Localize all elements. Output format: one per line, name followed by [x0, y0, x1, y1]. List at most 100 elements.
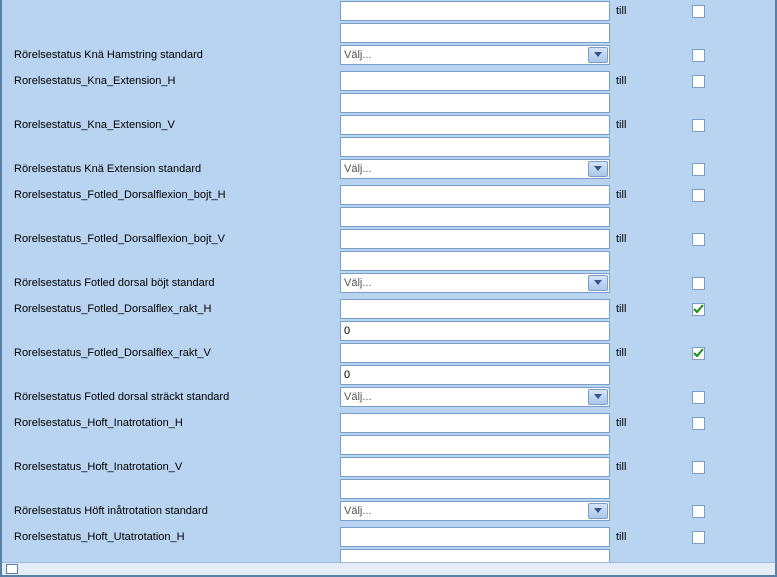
- sheet-icon: [6, 564, 18, 574]
- checkbox-column: [630, 229, 767, 246]
- from-input[interactable]: [340, 1, 610, 21]
- row-checkbox[interactable]: [692, 119, 705, 132]
- field-input-group: Välj...: [340, 387, 630, 407]
- row-checkbox[interactable]: [692, 461, 705, 474]
- select-dropdown[interactable]: Välj...: [340, 273, 610, 293]
- checkbox-column: [630, 115, 767, 132]
- form-row: Rorelsestatus_Hoft_Utatrotation_Htill: [10, 526, 767, 562]
- form-row: Rorelsestatus_Fotled_Dorsalflex_rakt_Hti…: [10, 298, 767, 342]
- field-label: Rörelsestatus Knä Hamstring standard: [10, 45, 340, 61]
- chevron-down-icon[interactable]: [588, 161, 608, 177]
- till-label: till: [616, 189, 626, 201]
- checkbox-column: [630, 45, 767, 62]
- chevron-down-icon[interactable]: [588, 275, 608, 291]
- form-row: Rorelsestatus_Kna_Extension_Vtill: [10, 114, 767, 158]
- from-input[interactable]: [340, 229, 610, 249]
- row-checkbox[interactable]: [692, 417, 705, 430]
- to-input[interactable]: [340, 435, 610, 455]
- form-row: Rörelsestatus Knä Extension standardVälj…: [10, 158, 767, 184]
- to-input[interactable]: [340, 479, 610, 499]
- checkbox-column: [630, 527, 767, 544]
- field-input-group: till: [340, 229, 630, 271]
- till-label: till: [616, 461, 626, 473]
- from-input[interactable]: [340, 299, 610, 319]
- checkbox-column: [630, 273, 767, 290]
- checkbox-column: [630, 387, 767, 404]
- form-row: Rorelsestatus_Fotled_Dorsalflex_rakt_V ti…: [10, 342, 767, 386]
- from-input[interactable]: [340, 413, 610, 433]
- to-input[interactable]: [340, 549, 610, 562]
- form-row: Rorelsestatus_Hoft_Inatrotation_V till: [10, 456, 767, 500]
- row-checkbox[interactable]: [692, 163, 705, 176]
- row-checkbox[interactable]: [692, 277, 705, 290]
- row-checkbox[interactable]: [692, 5, 705, 18]
- till-label: till: [616, 75, 626, 87]
- row-checkbox[interactable]: [692, 233, 705, 246]
- form-row: Rorelsestatus_Hoft_Inatrotation_Htill: [10, 412, 767, 456]
- field-input-group: Välj...: [340, 501, 630, 521]
- to-input[interactable]: [340, 23, 610, 43]
- form-row: Rörelsestatus Höft inåtrotation standard…: [10, 500, 767, 526]
- select-value: Välj...: [344, 505, 372, 517]
- till-label: till: [616, 417, 626, 429]
- to-input[interactable]: [340, 321, 610, 341]
- field-label: Rörelsestatus Fotled dorsal sträckt stan…: [10, 387, 340, 403]
- field-input-group: till: [340, 115, 630, 157]
- chevron-down-icon[interactable]: [588, 503, 608, 519]
- form-row: Rörelsestatus Fotled dorsal sträckt stan…: [10, 386, 767, 412]
- row-checkbox[interactable]: [692, 347, 705, 360]
- select-dropdown[interactable]: Välj...: [340, 159, 610, 179]
- status-bar: [2, 562, 775, 575]
- field-input-group: till: [340, 343, 630, 385]
- row-checkbox[interactable]: [692, 189, 705, 202]
- field-input-group: till: [340, 1, 630, 43]
- from-input[interactable]: [340, 457, 610, 477]
- field-label: Rorelsestatus_Hoft_Inatrotation_V: [10, 457, 340, 473]
- field-label: Rörelsestatus Knä Extension standard: [10, 159, 340, 175]
- till-label: till: [616, 531, 626, 543]
- field-input-group: till: [340, 527, 630, 562]
- chevron-down-icon[interactable]: [588, 47, 608, 63]
- to-input[interactable]: [340, 137, 610, 157]
- form-row: till: [10, 0, 767, 44]
- form-scroll-area[interactable]: tillRörelsestatus Knä Hamstring standard…: [2, 0, 775, 562]
- to-input[interactable]: [340, 251, 610, 271]
- till-label: till: [616, 119, 626, 131]
- till-label: till: [616, 347, 626, 359]
- select-dropdown[interactable]: Välj...: [340, 387, 610, 407]
- from-input[interactable]: [340, 71, 610, 91]
- field-label: Rorelsestatus_Fotled_Dorsalflexion_bojt_…: [10, 185, 340, 201]
- row-checkbox[interactable]: [692, 75, 705, 88]
- from-input[interactable]: [340, 185, 610, 205]
- till-label: till: [616, 303, 626, 315]
- to-input[interactable]: [340, 365, 610, 385]
- row-checkbox[interactable]: [692, 303, 705, 316]
- to-input[interactable]: [340, 93, 610, 113]
- checkbox-column: [630, 457, 767, 474]
- to-input[interactable]: [340, 207, 610, 227]
- form-row: Rörelsestatus Fotled dorsal böjt standar…: [10, 272, 767, 298]
- select-dropdown[interactable]: Välj...: [340, 45, 610, 65]
- field-label: Rorelsestatus_Fotled_Dorsalflex_rakt_V: [10, 343, 340, 359]
- from-input[interactable]: [340, 115, 610, 135]
- from-input[interactable]: [340, 527, 610, 547]
- checkbox-column: [630, 501, 767, 518]
- checkbox-column: [630, 71, 767, 88]
- chevron-down-icon[interactable]: [588, 389, 608, 405]
- form-row: Rorelsestatus_Kna_Extension_Htill: [10, 70, 767, 114]
- row-checkbox[interactable]: [692, 49, 705, 62]
- row-checkbox[interactable]: [692, 505, 705, 518]
- field-label: Rörelsestatus Fotled dorsal böjt standar…: [10, 273, 340, 289]
- from-input[interactable]: [340, 343, 610, 363]
- select-dropdown[interactable]: Välj...: [340, 501, 610, 521]
- field-input-group: till: [340, 413, 630, 455]
- checkbox-column: [630, 299, 767, 316]
- field-input-group: till: [340, 457, 630, 499]
- row-checkbox[interactable]: [692, 391, 705, 404]
- form-viewport: tillRörelsestatus Knä Hamstring standard…: [0, 0, 777, 577]
- form-row: Rörelsestatus Knä Hamstring standard Välj…: [10, 44, 767, 70]
- form-row: Rorelsestatus_Fotled_Dorsalflexion_bojt_…: [10, 228, 767, 272]
- select-value: Välj...: [344, 49, 372, 61]
- field-input-group: Välj...: [340, 273, 630, 293]
- row-checkbox[interactable]: [692, 531, 705, 544]
